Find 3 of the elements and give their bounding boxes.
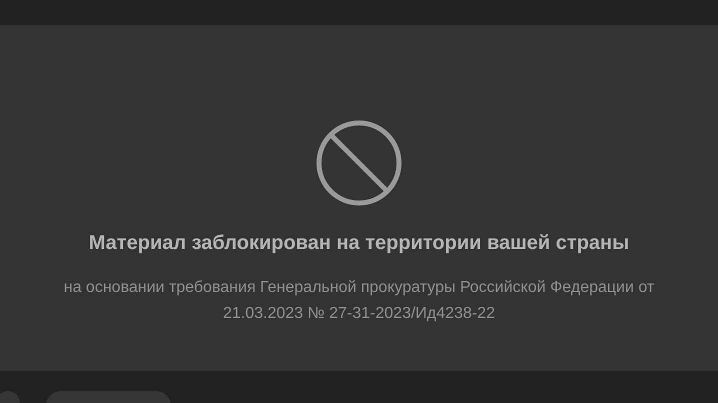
blocked-title: Материал заблокирован на территории вашей страны	[88, 232, 630, 255]
blocked-description: на основании требования Генеральной прокуратуры Российской Федерации от 21.03.2023 № 27-31-2023/Ид4238-22	[62, 278, 656, 324]
blocked-icon	[315, 119, 403, 207]
